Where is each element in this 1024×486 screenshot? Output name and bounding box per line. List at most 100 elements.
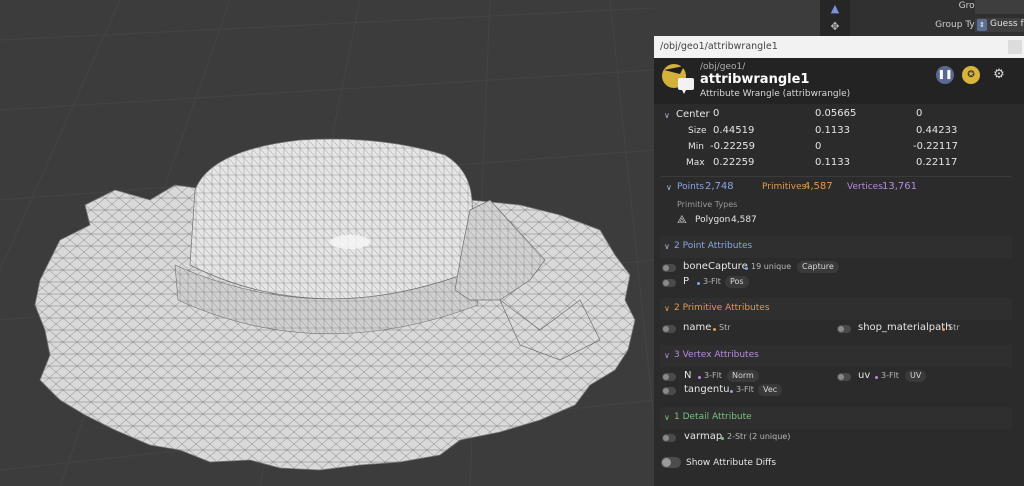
attr-uv-meta: 3-Flt [881, 371, 899, 380]
bounds-size-z: 0.44233 [916, 125, 958, 136]
attr-uv: uv [858, 370, 871, 381]
vertex-class-dot [698, 376, 701, 379]
chevron-down-icon: ∨ [664, 351, 670, 360]
vertex-attributes-header[interactable]: ∨ 3 Vertex Attributes [660, 345, 1012, 367]
counts-chevron-down-icon[interactable]: ∨ [666, 183, 672, 192]
attr-tangentu: tangentu [684, 384, 730, 395]
attr-toggle[interactable] [837, 373, 851, 381]
node-path: /obj/geo1/ [700, 62, 746, 72]
chevron-down-icon: ∨ [664, 242, 670, 251]
polygon-value: 4,587 [731, 215, 757, 225]
attr-shop-materialpath-meta: Str [948, 323, 960, 332]
group-type-select[interactable]: ⇕ Guess fr [975, 18, 1024, 32]
attr-p-pill: Pos [725, 276, 749, 288]
point-attributes-title: 2 Point Attributes [674, 241, 753, 251]
detail-attributes-title: 1 Detail Attribute [674, 412, 752, 422]
tool-column: ▲ ✥ [820, 0, 850, 36]
show-attribute-diffs-label: Show Attribute Diffs [686, 458, 777, 468]
bounds-chevron-down-icon[interactable]: ∨ [664, 111, 670, 120]
points-value: 2,748 [705, 181, 734, 192]
vertices-label: Vertices [847, 182, 883, 192]
bounds-label-max: Max [686, 158, 705, 168]
point-attributes-header[interactable]: ∨ 2 Point Attributes [660, 236, 1012, 258]
point-class-dot [697, 282, 700, 285]
tool-icon-2[interactable]: ✥ [828, 20, 842, 34]
attr-p-meta: 3-Flt [703, 277, 721, 286]
polygon-icon: ⟁ [677, 213, 687, 226]
parameter-strip: ▲ ✥ Group Group Type ⇕ Guess fr [820, 0, 1024, 36]
bounds-min-z: -0.22117 [913, 141, 958, 152]
bounds-max-z: 0.22117 [916, 157, 958, 168]
bounds-label-center: Center [676, 109, 710, 120]
pause-icon[interactable]: ❚❚ [936, 66, 954, 84]
attr-bonecapture-pill: Capture [797, 261, 839, 273]
bounds-min-x: -0.22259 [710, 141, 755, 152]
attr-toggle[interactable] [662, 373, 676, 381]
attr-varmap: varmap [684, 431, 723, 442]
bounds-label-size: Size [688, 126, 707, 136]
chevron-down-icon: ∨ [664, 304, 670, 313]
attr-p: P [683, 276, 690, 287]
vertex-class-dot [730, 390, 733, 393]
attr-toggle[interactable] [662, 387, 676, 395]
attr-n: N [684, 370, 692, 381]
bounds-min-y: 0 [815, 141, 822, 152]
hat-model[interactable] [0, 0, 654, 486]
polygon-label: Polygon [695, 215, 731, 225]
primitive-class-dot [713, 328, 716, 331]
group-field[interactable] [975, 0, 1024, 14]
tool-icon-1[interactable]: ▲ [828, 2, 842, 16]
attr-toggle[interactable] [662, 434, 676, 442]
show-attribute-diffs-toggle[interactable] [661, 457, 681, 468]
vertex-class-dot [875, 376, 878, 379]
group-type-value: Guess fr [990, 19, 1024, 29]
attr-varmap-meta: 2-Str (2 unique) [727, 432, 791, 441]
wrangle-node-icon [662, 64, 694, 94]
primitives-label: Primitives [762, 182, 807, 192]
node-name: attribwrangle1 [700, 72, 810, 87]
gear-icon[interactable]: ⚙ [990, 66, 1008, 84]
chevron-down-icon: ∨ [664, 413, 670, 422]
detail-attributes-header[interactable]: ∨ 1 Detail Attribute [660, 407, 1012, 429]
attr-shop-materialpath: shop_materialpath [858, 322, 952, 333]
bounds-label-min: Min [688, 142, 704, 152]
attr-n-pill: Norm [727, 370, 759, 382]
node-info-popup: /obj/geo1/attribwrangle1 /obj/geo1/ attr… [654, 36, 1024, 486]
bounds-size-x: 0.44519 [713, 125, 755, 136]
select-arrow-icon: ⇕ [977, 19, 987, 31]
attr-toggle[interactable] [662, 279, 676, 287]
popup-titlebar[interactable]: /obj/geo1/attribwrangle1 [654, 36, 1024, 58]
primitive-attributes-title: 2 Primitive Attributes [674, 303, 770, 313]
attr-bonecapture: boneCapture [683, 261, 748, 272]
point-class-dot [745, 267, 748, 270]
vertices-value: 13,761 [882, 181, 917, 192]
close-icon[interactable] [1008, 40, 1022, 54]
bounds-center-z: 0 [916, 108, 923, 119]
popup-title: /obj/geo1/attribwrangle1 [660, 41, 778, 52]
attr-toggle[interactable] [837, 325, 851, 333]
houdini-window: ▲ ✥ Group Group Type ⇕ Guess fr /obj/geo… [0, 0, 1024, 486]
attr-tangentu-meta: 3-Flt [736, 385, 754, 394]
attr-n-meta: 3-Flt [704, 371, 722, 380]
node-type: Attribute Wrangle (attribwrangle) [700, 89, 851, 99]
detail-class-dot [721, 437, 724, 440]
attr-toggle[interactable] [662, 264, 676, 272]
attr-toggle[interactable] [662, 325, 676, 333]
attr-bonecapture-meta: 19 unique [751, 262, 792, 271]
node-header: /obj/geo1/ attribwrangle1 Attribute Wran… [654, 58, 1024, 104]
divider [660, 176, 1012, 177]
attr-uv-pill: UV [905, 370, 927, 382]
bounds-max-y: 0.1133 [815, 157, 850, 168]
attr-tangentu-pill: Vec [758, 384, 783, 396]
attr-name-meta: Str [719, 323, 731, 332]
bounds-center-y: 0.05665 [815, 108, 857, 119]
attr-name: name [683, 322, 712, 333]
primitive-types-label: Primitive Types [677, 200, 738, 209]
primitive-class-dot [942, 328, 945, 331]
primitives-value: 4,587 [804, 181, 833, 192]
primitive-attributes-header[interactable]: ∨ 2 Primitive Attributes [660, 298, 1012, 320]
bounds-center-x: 0 [713, 108, 720, 119]
display-flag-icon[interactable]: ✪ [962, 66, 980, 84]
bounds-max-x: 0.22259 [713, 157, 755, 168]
bounds-size-y: 0.1133 [815, 125, 850, 136]
